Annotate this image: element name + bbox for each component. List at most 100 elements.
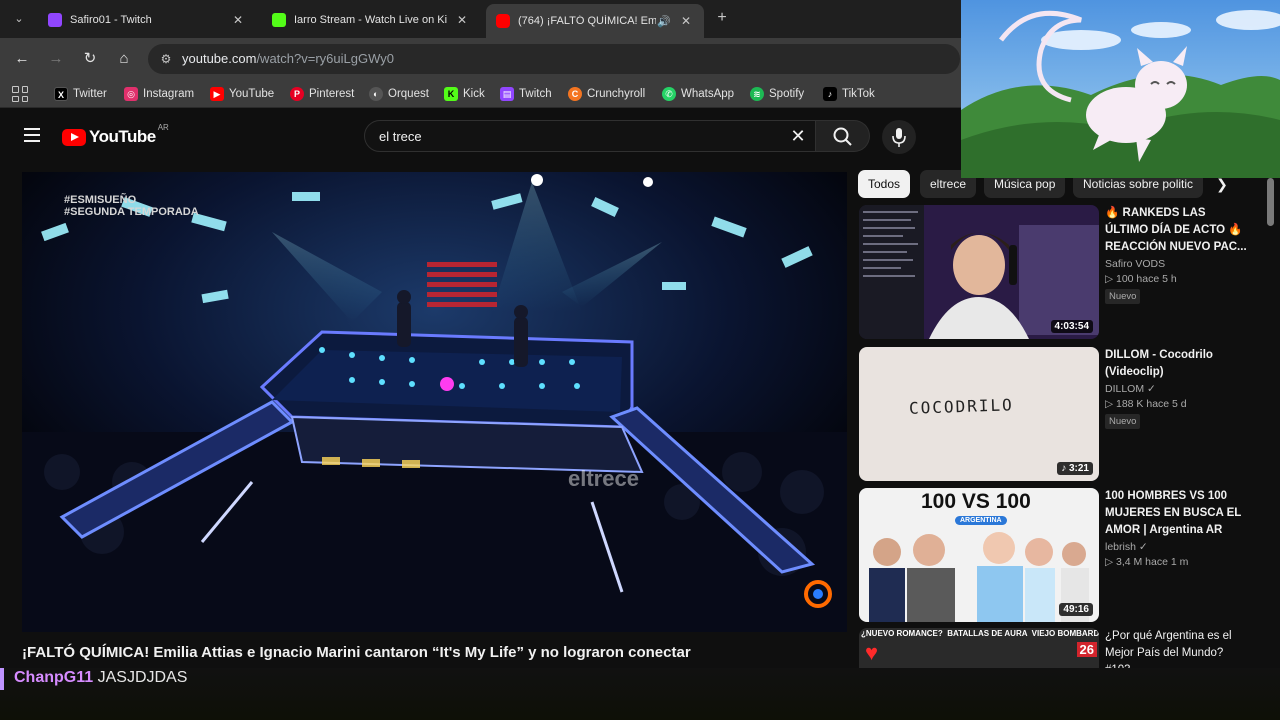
search-query-text: el trece [379, 129, 422, 144]
video-title: ¡FALTÓ QUÍMICA! Emilia Attias e Ignacio … [22, 644, 691, 661]
voice-search-button[interactable] [882, 120, 916, 154]
orquest-icon: ◐ [369, 87, 383, 101]
youtube-icon [496, 14, 510, 28]
new-tab-plus-icon[interactable]: + [712, 8, 732, 28]
address-bar[interactable]: ⚙ youtube.com/watch?v=ry6uiLgGWy0 [148, 44, 960, 74]
tab-search-chevron-icon[interactable]: ⌄ [10, 10, 28, 28]
home-icon[interactable]: ⌂ [114, 49, 134, 69]
bookmark-kick[interactable]: K Kick [444, 85, 485, 103]
chat-message: ChanpG11 JASJDJDAS [14, 669, 187, 687]
pinterest-icon: P [290, 87, 304, 101]
chat-accent-bar [0, 668, 4, 690]
recommendation-item[interactable]: COCODRILO ♪ 3:21 DILLOM - Cocodrilo (Vid… [859, 347, 1249, 481]
tab-title: Safiro01 - Twitch [70, 14, 152, 26]
kick-icon [272, 13, 286, 27]
bookmark-orquest[interactable]: ◐ Orquest [369, 85, 429, 103]
scrollbar-thumb[interactable] [1267, 178, 1274, 226]
channel-name[interactable]: Safiro VODS [1105, 258, 1250, 270]
live-number-badge: 26 [1076, 642, 1097, 657]
channel-name[interactable]: lebrish ✓ [1105, 541, 1250, 553]
screen: ⌄ Safiro01 - Twitch ✕ Iarro Stream - Wat… [0, 0, 1280, 720]
tab-title: Iarro Stream - Watch Live on Ki [294, 14, 448, 26]
instagram-icon: ◎ [124, 87, 138, 101]
twitch-icon: ▤ [500, 87, 514, 101]
video-thumbnail[interactable]: 100 VS 100 ARGENTINA 49:16 [859, 488, 1099, 622]
channel-name[interactable]: DILLOM ✓ [1105, 383, 1250, 395]
bookmark-pinterest[interactable]: P Pinterest [290, 85, 354, 103]
video-thumbnail[interactable]: 4:03:54 [859, 205, 1099, 339]
video-frame-stage [22, 172, 847, 632]
menu-hamburger-icon[interactable] [24, 128, 40, 142]
recommendation-meta: 100 HOMBRES VS 100 MUJERES EN BUSCA EL A… [1105, 488, 1250, 568]
tab-title: (764) ¡FALTÓ QUÍMICA! Emi [518, 15, 656, 27]
bookmark-twitch[interactable]: ▤ Twitch [500, 85, 552, 103]
video-thumbnail[interactable]: COCODRILO ♪ 3:21 [859, 347, 1099, 481]
spotify-icon: ≋ [750, 87, 764, 101]
thumbnail-handwritten-text: COCODRILO [908, 395, 1015, 418]
site-settings-icon[interactable]: ⚙ [158, 51, 174, 67]
search-icon [833, 127, 852, 146]
youtube-header: YouTube AR el trece ✕ [0, 109, 960, 164]
chat-username: ChanpG11 [14, 669, 94, 686]
bookmark-youtube[interactable]: ▶ YouTube [210, 85, 274, 103]
tab-kick[interactable]: Iarro Stream - Watch Live on Ki ✕ [262, 5, 480, 35]
close-icon[interactable]: ✕ [230, 13, 246, 27]
scrollbar[interactable]: ▼ [1266, 176, 1275, 676]
forward-arrow-icon[interactable]: → [46, 49, 66, 69]
thumbnail-image-streamer [859, 205, 1099, 339]
bookmark-crunchyroll[interactable]: C Crunchyroll [568, 85, 645, 103]
heart-icon: ♥ [865, 640, 879, 665]
recommendation-meta: DILLOM - Cocodrilo (Videoclip) DILLOM ✓ … [1105, 347, 1250, 429]
view-stats: ▷ 3,4 M hace 1 m [1105, 556, 1189, 568]
close-icon[interactable]: ✕ [454, 13, 470, 27]
thumbnail-headline: ¿NUEVO ROMANCE? BATALLAS DE AURA VIEJO B… [861, 629, 1099, 638]
duration-badge: ♪ 3:21 [1057, 462, 1093, 475]
url-text: youtube.com/watch?v=ry6uiLgGWy0 [182, 51, 394, 66]
bookmark-twitter[interactable]: X Twitter [54, 85, 107, 103]
recommendation-item[interactable]: 4:03:54 🔥 RANKEDS LAS ÚLTIMO DÍA DE ACTO… [859, 205, 1249, 339]
thumbnail-people-graphic [869, 532, 1089, 622]
recommendation-item[interactable]: 100 VS 100 ARGENTINA 49:16 100 HOMBRES V… [859, 488, 1249, 622]
tab-youtube-active[interactable]: (764) ¡FALTÓ QUÍMICA! Emi 🔊 ✕ [486, 4, 704, 38]
stream-cam-overlay [961, 0, 1280, 178]
search-button[interactable] [816, 120, 870, 152]
microphone-icon [892, 128, 906, 147]
new-badge: Nuevo [1105, 414, 1141, 429]
new-badge: Nuevo [1105, 289, 1141, 304]
crunchyroll-icon: C [568, 87, 582, 101]
recommendation-title[interactable]: 100 HOMBRES VS 100 MUJERES EN BUSCA EL A… [1105, 488, 1250, 539]
recommendation-title[interactable]: DILLOM - Cocodrilo (Videoclip) [1105, 347, 1250, 381]
channel-watermark: eltrece [568, 466, 639, 491]
bookmark-instagram[interactable]: ◎ Instagram [124, 85, 194, 103]
bookmark-whatsapp[interactable]: ✆ WhatsApp [662, 85, 734, 103]
reload-icon[interactable]: ↻ [80, 49, 100, 69]
close-icon[interactable]: ✕ [678, 14, 694, 28]
video-player[interactable]: #ESMISUEÑO #SEGUNDA TEMPORADA eltrece [22, 172, 847, 632]
search-input[interactable]: el trece ✕ [364, 120, 816, 152]
twitch-icon [48, 13, 62, 27]
tiktok-icon: ♪ [823, 87, 837, 101]
clear-search-icon[interactable]: ✕ [787, 125, 809, 147]
kick-icon: K [444, 87, 458, 101]
recommendation-meta: 🔥 RANKEDS LAS ÚLTIMO DÍA DE ACTO 🔥 REACC… [1105, 205, 1250, 304]
chat-text: JASJDJDAS [97, 669, 188, 686]
bookmark-spotify[interactable]: ≋ Spotify [750, 85, 804, 103]
youtube-play-icon [62, 128, 86, 146]
duration-badge: 49:16 [1059, 603, 1093, 616]
youtube-icon: ▶ [210, 87, 224, 101]
back-arrow-icon[interactable]: ← [12, 49, 32, 69]
anime-character-scene [961, 0, 1280, 178]
apps-grid-icon[interactable] [12, 86, 28, 102]
video-thumbnail[interactable]: ¿NUEVO ROMANCE? BATALLAS DE AURA VIEJO B… [859, 628, 1099, 672]
stream-chat-overlay: ChanpG11 JASJDJDAS [0, 668, 1280, 720]
duration-badge: 4:03:54 [1050, 320, 1093, 333]
recommendation-title[interactable]: 🔥 RANKEDS LAS ÚLTIMO DÍA DE ACTO 🔥 REACC… [1105, 205, 1250, 256]
tab-twitch[interactable]: Safiro01 - Twitch ✕ [38, 5, 256, 35]
speaker-icon[interactable]: 🔊 [656, 15, 672, 28]
recommendation-item[interactable]: ¿NUEVO ROMANCE? BATALLAS DE AURA VIEJO B… [859, 628, 1249, 676]
bookmark-tiktok[interactable]: ♪ TikTok [823, 85, 875, 103]
view-stats: ▷ 100 hace 5 h [1105, 273, 1177, 285]
youtube-logo[interactable]: YouTube AR [62, 123, 169, 147]
chip-todos[interactable]: Todos [858, 170, 911, 198]
x-icon: X [54, 87, 68, 101]
